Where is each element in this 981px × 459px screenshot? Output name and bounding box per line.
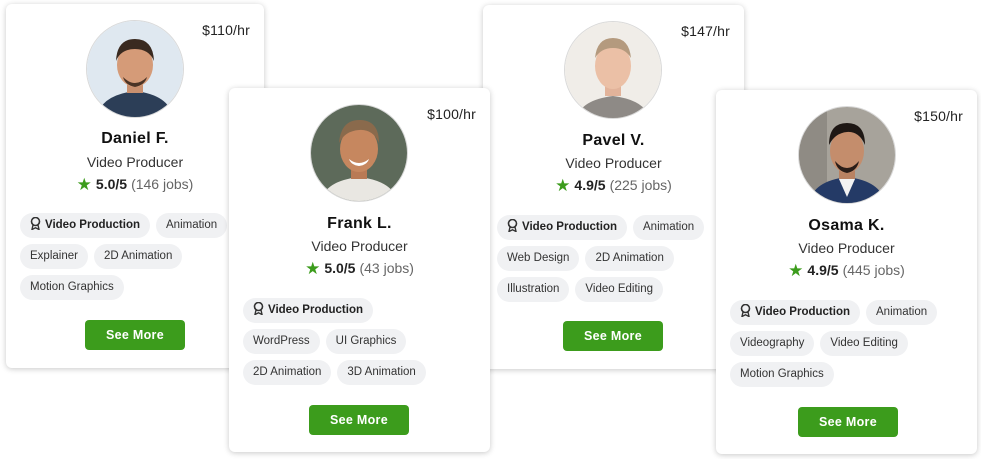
hourly-rate: $100/hr (427, 106, 476, 122)
freelancer-title: Video Producer (86, 154, 184, 170)
skill-chip[interactable]: Illustration (497, 277, 570, 302)
avatar (86, 20, 184, 118)
avatar (310, 104, 408, 202)
freelancer-card: $110/hr Daniel F. Video Producer ★ 5.0/5(… (6, 4, 264, 368)
skill-chip[interactable]: Animation (633, 215, 705, 240)
freelancer-name: Osama K. (808, 217, 885, 234)
freelancer-title: Video Producer (311, 238, 408, 254)
job-count: (225 jobs) (609, 177, 672, 193)
hourly-rate: $147/hr (681, 23, 730, 39)
job-count: (445 jobs) (842, 262, 905, 278)
see-more-button[interactable]: See More (85, 320, 185, 350)
star-icon: ★ (788, 261, 804, 280)
rating: ★ 5.0/5 (43 jobs) (229, 258, 490, 278)
rating: ★ 4.9/5 (225 jobs) (483, 175, 744, 195)
freelancer-card: $150/hr Osama K. Video Producer ★ 4.9/5 (4… (716, 90, 977, 454)
top-rated-badge-icon (30, 217, 41, 230)
skill-chip-top[interactable]: Video Production (20, 213, 150, 238)
rating: ★ 4.9/5 (445 jobs) (716, 260, 977, 280)
hourly-rate: $150/hr (914, 108, 963, 124)
star-icon: ★ (76, 175, 92, 194)
skill-chip[interactable]: Animation (866, 300, 938, 325)
freelancer-card: $147/hr Pavel V. Video Producer ★ 4.9/5 (2… (483, 5, 744, 369)
star-icon: ★ (555, 176, 571, 195)
skill-chip-top[interactable]: Video Production (497, 215, 627, 240)
skill-chip[interactable]: WordPress (243, 329, 320, 354)
skill-label: Video Production (268, 304, 363, 316)
rating-score: 5.0/5 (324, 260, 356, 276)
skill-chip[interactable]: Video Editing (820, 331, 908, 356)
skill-chip[interactable]: Explainer (20, 244, 88, 269)
top-rated-badge-icon (740, 304, 751, 317)
rating: ★ 5.0/5 (146 jobs) (6, 174, 264, 194)
see-more-button[interactable]: See More (309, 405, 409, 435)
skill-list: Video Production WordPress UI Graphics 2D… (243, 298, 490, 391)
skill-label: Video Production (45, 219, 140, 231)
skill-chip[interactable]: Motion Graphics (730, 362, 834, 387)
skill-chip[interactable]: 2D Animation (585, 246, 674, 271)
skill-chip[interactable]: 2D Animation (243, 360, 332, 385)
skill-chip[interactable]: Animation (156, 213, 228, 238)
freelancer-card: $100/hr Frank L. Video Producer ★ 5.0/5 (4… (229, 88, 490, 452)
hourly-rate: $110/hr (202, 22, 250, 38)
skill-list: Video Production Animation Web Design 2D A… (497, 215, 744, 308)
skill-label: Video Production (755, 306, 850, 318)
freelancer-name: Pavel V. (582, 132, 645, 149)
skill-chip[interactable]: 3D Animation (337, 360, 426, 385)
see-more-button[interactable]: See More (563, 321, 663, 351)
star-icon: ★ (305, 259, 321, 278)
top-rated-badge-icon (507, 219, 518, 232)
avatar (564, 21, 662, 119)
skill-chip-top[interactable]: Video Production (243, 298, 373, 323)
skill-label: Video Production (522, 221, 617, 233)
skill-list: Video Production Animation Explainer 2D An… (20, 213, 264, 306)
job-count: (146 jobs) (131, 176, 194, 192)
skill-chip[interactable]: Video Editing (575, 277, 663, 302)
rating-score: 4.9/5 (807, 262, 839, 278)
skill-chip[interactable]: 2D Animation (93, 244, 183, 269)
freelancer-title: Video Producer (565, 155, 662, 171)
see-more-button[interactable]: See More (798, 407, 898, 437)
skill-chip[interactable]: Web Design (497, 246, 580, 271)
skill-chip[interactable]: Motion Graphics (20, 275, 124, 300)
freelancer-title: Video Producer (798, 240, 895, 256)
freelancer-name: Frank L. (327, 215, 392, 232)
skill-chip[interactable]: Videography (730, 331, 815, 356)
freelancer-name: Daniel F. (101, 130, 169, 147)
rating-score: 5.0/5 (95, 176, 128, 192)
skill-chip-top[interactable]: Video Production (730, 300, 860, 325)
skill-list: Video Production Animation Videography Vid… (730, 300, 977, 393)
top-rated-badge-icon (253, 302, 264, 315)
skill-chip[interactable]: UI Graphics (325, 329, 407, 354)
job-count: (43 jobs) (359, 260, 414, 276)
avatar (798, 106, 896, 204)
rating-score: 4.9/5 (574, 177, 606, 193)
